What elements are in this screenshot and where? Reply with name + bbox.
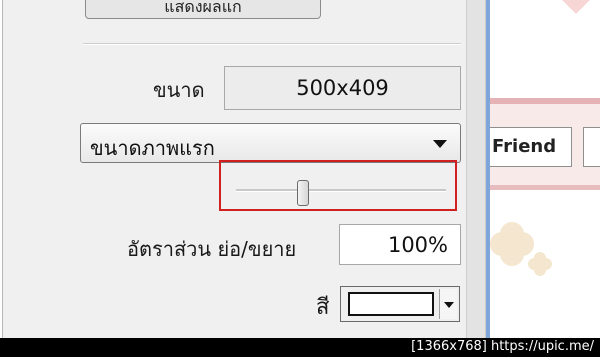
settings-panel: แสดงผลแก ขนาด 500x409 ขนาดภาพแรก อัตราส่… xyxy=(2,0,467,338)
scale-ratio-input[interactable]: 100% xyxy=(339,224,461,265)
flower-decoration-icon xyxy=(500,232,524,256)
scale-ratio-label: อัตราส่วน ย่อ/ขยาย xyxy=(127,237,297,261)
size-label: ขนาด xyxy=(153,78,205,102)
top-action-button[interactable]: แสดงผลแก xyxy=(85,0,321,19)
slider-track xyxy=(236,189,446,192)
size-preset-selected: ขนาดภาพแรก xyxy=(90,136,215,160)
decorative-triangle-icon xyxy=(562,0,590,14)
friend-button-label: Friend xyxy=(492,136,557,157)
flower-decoration-icon xyxy=(534,258,546,270)
size-value-field: 500x409 xyxy=(224,66,461,110)
chevron-down-icon xyxy=(433,140,447,148)
web-page-preview: Friend xyxy=(490,0,600,338)
slider-thumb[interactable] xyxy=(297,180,310,206)
chevron-down-icon xyxy=(444,302,454,308)
color-label: สี xyxy=(316,295,330,320)
watermark-bar: [1366x768] https://upic.me/ xyxy=(0,338,600,357)
vertical-scrollbar[interactable] xyxy=(466,0,486,338)
color-picker[interactable] xyxy=(340,286,460,322)
friend-button[interactable]: Friend xyxy=(490,127,572,167)
next-button[interactable] xyxy=(583,127,600,167)
size-preset-dropdown[interactable]: ขนาดภาพแรก xyxy=(80,123,461,163)
watermark-text: [1366x768] https://upic.me/ xyxy=(411,339,594,354)
zoom-slider[interactable] xyxy=(219,160,457,211)
color-swatch[interactable] xyxy=(348,292,434,316)
section-divider xyxy=(83,43,461,45)
color-dropdown-button[interactable] xyxy=(439,289,457,319)
